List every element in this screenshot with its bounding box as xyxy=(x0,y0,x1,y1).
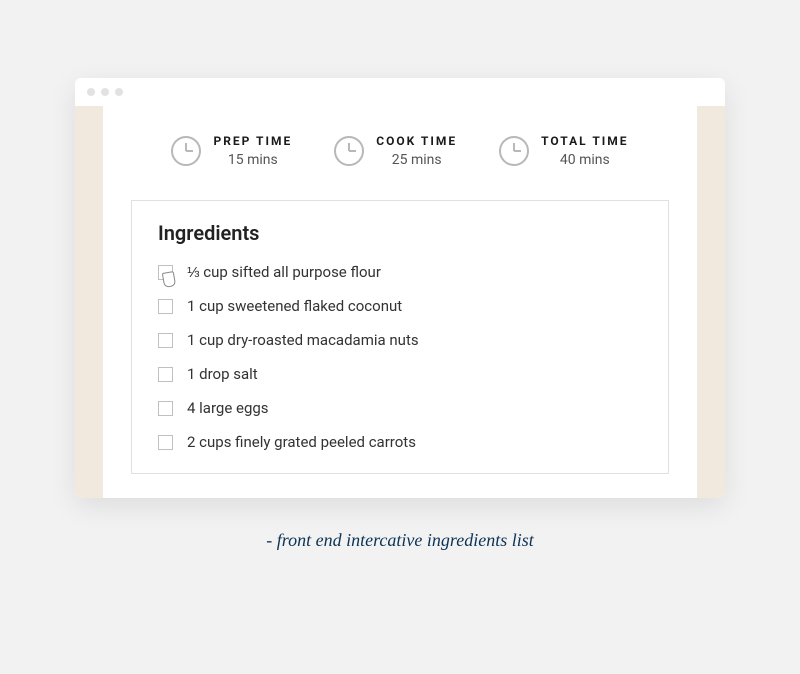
ingredient-row[interactable]: 1 drop salt xyxy=(158,365,642,383)
total-time-text: TOTAL TIME 40 mins xyxy=(541,134,628,168)
prep-time-value: 15 mins xyxy=(228,152,278,168)
prep-time-block: PREP TIME 15 mins xyxy=(171,134,292,168)
ingredient-row[interactable]: 2 cups finely grated peeled carrots xyxy=(158,433,642,451)
ingredient-text: 1 cup sweetened flaked coconut xyxy=(187,297,402,315)
ingredient-row[interactable]: ⅓ cup sifted all purpose flour xyxy=(158,263,642,281)
cook-time-text: COOK TIME 25 mins xyxy=(376,134,457,168)
main-content: PREP TIME 15 mins COOK TIME 25 mins TOTA… xyxy=(103,106,697,498)
window-titlebar xyxy=(75,78,725,106)
ingredient-row[interactable]: 4 large eggs xyxy=(158,399,642,417)
ingredient-checkbox[interactable] xyxy=(158,367,173,382)
ingredient-checkbox[interactable] xyxy=(158,435,173,450)
cook-time-label: COOK TIME xyxy=(376,134,457,148)
prep-time-label: PREP TIME xyxy=(213,134,292,148)
ingredient-text: 4 large eggs xyxy=(187,399,269,417)
browser-window: PREP TIME 15 mins COOK TIME 25 mins TOTA… xyxy=(75,78,725,498)
clock-icon xyxy=(334,136,364,166)
ingredient-checkbox[interactable] xyxy=(158,265,173,280)
window-control-dot[interactable] xyxy=(101,88,109,96)
ingredient-checkbox[interactable] xyxy=(158,333,173,348)
left-sideband xyxy=(75,106,103,498)
image-caption: - front end intercative ingredients list xyxy=(266,530,533,551)
ingredient-row[interactable]: 1 cup sweetened flaked coconut xyxy=(158,297,642,315)
ingredient-checkbox[interactable] xyxy=(158,401,173,416)
content-area: PREP TIME 15 mins COOK TIME 25 mins TOTA… xyxy=(75,106,725,498)
clock-icon xyxy=(499,136,529,166)
ingredient-row[interactable]: 1 cup dry-roasted macadamia nuts xyxy=(158,331,642,349)
total-time-value: 40 mins xyxy=(560,152,610,168)
window-control-dot[interactable] xyxy=(115,88,123,96)
ingredients-panel: Ingredients ⅓ cup sifted all purpose flo… xyxy=(131,200,669,474)
cook-time-value: 25 mins xyxy=(392,152,442,168)
total-time-block: TOTAL TIME 40 mins xyxy=(499,134,628,168)
ingredient-checkbox[interactable] xyxy=(158,299,173,314)
prep-time-text: PREP TIME 15 mins xyxy=(213,134,292,168)
total-time-label: TOTAL TIME xyxy=(541,134,628,148)
ingredient-text: ⅓ cup sifted all purpose flour xyxy=(187,263,381,281)
cook-time-block: COOK TIME 25 mins xyxy=(334,134,457,168)
window-control-dot[interactable] xyxy=(87,88,95,96)
ingredient-text: 1 cup dry-roasted macadamia nuts xyxy=(187,331,419,349)
ingredient-text: 1 drop salt xyxy=(187,365,258,383)
recipe-times: PREP TIME 15 mins COOK TIME 25 mins TOTA… xyxy=(103,134,697,168)
ingredient-text: 2 cups finely grated peeled carrots xyxy=(187,433,416,451)
ingredients-title: Ingredients xyxy=(158,221,642,245)
clock-icon xyxy=(171,136,201,166)
right-sideband xyxy=(697,106,725,498)
